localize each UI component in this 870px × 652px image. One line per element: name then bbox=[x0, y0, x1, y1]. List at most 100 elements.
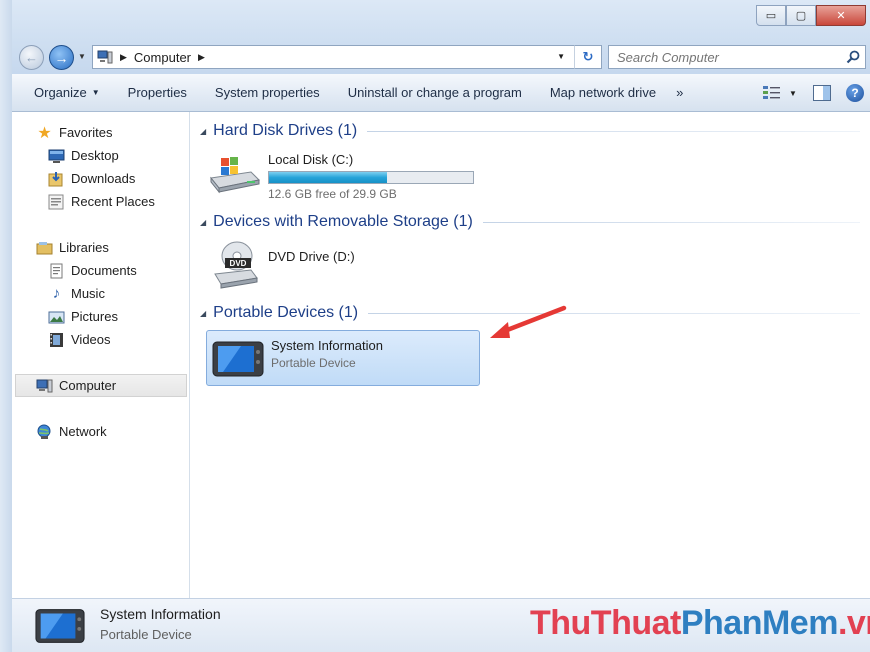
dvd-drive-tile[interactable]: DVD DVD Drive (D:) bbox=[206, 239, 355, 289]
more-commands-button[interactable]: » bbox=[670, 74, 689, 112]
group-title: Devices with Removable Storage (1) bbox=[213, 213, 473, 230]
close-button[interactable]: ✕ bbox=[816, 5, 866, 26]
refresh-icon: ↻ bbox=[582, 49, 594, 64]
computer-icon bbox=[97, 50, 113, 64]
local-disk-free-space: 12.6 GB free of 29.9 GB bbox=[268, 187, 397, 201]
nav-downloads[interactable]: Downloads bbox=[12, 167, 190, 190]
nav-pictures-label: Pictures bbox=[71, 309, 118, 324]
help-icon[interactable]: ? bbox=[846, 84, 864, 102]
minimize-button[interactable]: ▭ bbox=[756, 5, 786, 26]
preview-pane-icon bbox=[813, 85, 831, 101]
nav-libraries[interactable]: Libraries bbox=[12, 236, 190, 259]
uninstall-program-button[interactable]: Uninstall or change a program bbox=[334, 74, 536, 112]
window-frame-left bbox=[0, 0, 12, 652]
documents-icon bbox=[50, 263, 63, 278]
nav-recent-places[interactable]: Recent Places bbox=[12, 190, 190, 213]
nav-network[interactable]: Network bbox=[12, 420, 190, 443]
watermark: ThuThuatPhanMem.vn bbox=[530, 604, 870, 643]
downloads-folder-icon bbox=[48, 171, 63, 186]
system-information-tile[interactable]: System Information Portable Device bbox=[206, 330, 480, 386]
system-information-name: System Information bbox=[271, 338, 383, 353]
search-box[interactable] bbox=[608, 45, 866, 69]
recent-pages-dropdown[interactable]: ▼ bbox=[78, 52, 86, 61]
details-item-type: Portable Device bbox=[100, 627, 192, 642]
address-dropdown-icon[interactable]: ▼ bbox=[557, 52, 565, 61]
back-button[interactable]: ← bbox=[19, 45, 44, 70]
system-information-text: System Information Portable Device bbox=[271, 334, 383, 370]
preview-pane-button[interactable] bbox=[812, 84, 832, 102]
system-information-type: Portable Device bbox=[271, 356, 356, 370]
nav-recent-places-label: Recent Places bbox=[71, 194, 155, 209]
libraries-group: Libraries Documents ♪ Music Pictures Vid… bbox=[12, 236, 190, 351]
nav-music[interactable]: ♪ Music bbox=[12, 282, 190, 305]
group-title: Hard Disk Drives (1) bbox=[213, 122, 358, 139]
nav-network-label: Network bbox=[59, 424, 107, 439]
watermark-part2: PhanMem bbox=[680, 604, 839, 642]
properties-button[interactable]: Properties bbox=[114, 74, 201, 112]
favorites-group: ★ Favorites Desktop Downloads Recent Pla… bbox=[12, 121, 190, 213]
content-area: ◢ Hard Disk Drives (1) Local Disk (C:) 1… bbox=[190, 112, 870, 598]
details-item-name: System Information bbox=[100, 606, 221, 622]
search-input[interactable] bbox=[617, 49, 837, 65]
pictures-icon bbox=[48, 311, 65, 323]
view-caret-icon: ▼ bbox=[789, 88, 797, 98]
nav-videos[interactable]: Videos bbox=[12, 328, 190, 351]
nav-documents[interactable]: Documents bbox=[12, 259, 190, 282]
nav-downloads-label: Downloads bbox=[71, 171, 136, 186]
portable-device-icon bbox=[35, 609, 85, 643]
address-row: ← → ▼ ▶ Computer ▶ ▼ ↻ bbox=[12, 40, 870, 74]
computer-icon bbox=[36, 379, 53, 392]
portable-device-icon bbox=[209, 334, 267, 384]
forward-arrow-icon: → bbox=[54, 49, 69, 66]
watermark-part3: .vn bbox=[837, 604, 870, 642]
back-arrow-icon: ← bbox=[25, 50, 38, 65]
search-icon[interactable] bbox=[846, 50, 860, 64]
collapse-triangle-icon[interactable]: ◢ bbox=[200, 309, 206, 318]
nav-documents-label: Documents bbox=[71, 263, 137, 278]
map-network-drive-button[interactable]: Map network drive bbox=[536, 74, 670, 112]
system-properties-button[interactable]: System properties bbox=[201, 74, 334, 112]
local-disk-text: Local Disk (C:) 12.6 GB free of 29.9 GB bbox=[268, 148, 474, 201]
nav-libraries-label: Libraries bbox=[59, 240, 109, 255]
collapse-triangle-icon[interactable]: ◢ bbox=[200, 127, 206, 136]
title-bar bbox=[0, 0, 870, 40]
disk-usage-bar bbox=[268, 171, 474, 184]
organize-caret-icon: ▼ bbox=[91, 88, 100, 97]
group-title: Portable Devices (1) bbox=[213, 304, 359, 321]
hard-drive-icon bbox=[206, 148, 264, 198]
group-divider bbox=[482, 221, 860, 223]
breadcrumb-chevron-icon[interactable]: ▶ bbox=[198, 52, 205, 63]
desktop-icon bbox=[48, 149, 65, 163]
breadcrumb-computer[interactable]: Computer bbox=[134, 50, 191, 65]
organize-label: Organize bbox=[34, 85, 87, 100]
nav-desktop-label: Desktop bbox=[71, 148, 119, 163]
organize-button[interactable]: Organize ▼ bbox=[12, 74, 114, 112]
network-group: Network bbox=[12, 420, 190, 443]
address-bar[interactable]: ▶ Computer ▶ ▼ bbox=[92, 45, 602, 69]
forward-button[interactable]: → bbox=[49, 45, 74, 70]
group-divider bbox=[368, 312, 860, 314]
refresh-button[interactable]: ↻ bbox=[574, 45, 602, 69]
videos-icon bbox=[50, 332, 63, 347]
group-header-removable[interactable]: ◢ Devices with Removable Storage (1) bbox=[200, 211, 860, 233]
nav-pictures[interactable]: Pictures bbox=[12, 305, 190, 328]
view-options-icon bbox=[763, 86, 781, 99]
nav-favorites-label: Favorites bbox=[59, 125, 113, 140]
maximize-button[interactable]: ▢ bbox=[786, 5, 816, 26]
nav-favorites[interactable]: ★ Favorites bbox=[12, 121, 190, 144]
local-disk-name: Local Disk (C:) bbox=[268, 152, 354, 167]
star-icon: ★ bbox=[37, 124, 52, 142]
window-controls: ▭ ▢ ✕ bbox=[756, 5, 866, 26]
change-view-button[interactable]: ▼ bbox=[762, 84, 798, 102]
watermark-part1: ThuThuat bbox=[530, 604, 681, 642]
nav-desktop[interactable]: Desktop bbox=[12, 144, 190, 167]
libraries-icon bbox=[36, 241, 53, 254]
local-disk-tile[interactable]: Local Disk (C:) 12.6 GB free of 29.9 GB bbox=[206, 148, 474, 201]
dvd-drive-icon: DVD bbox=[206, 239, 264, 289]
breadcrumb-separator-icon[interactable]: ▶ bbox=[120, 52, 127, 63]
group-header-hard-disk[interactable]: ◢ Hard Disk Drives (1) bbox=[200, 120, 860, 142]
music-note-icon: ♪ bbox=[52, 285, 61, 302]
dvd-icon-label: DVD bbox=[230, 259, 247, 268]
nav-computer[interactable]: Computer bbox=[15, 374, 187, 397]
collapse-triangle-icon[interactable]: ◢ bbox=[200, 218, 206, 227]
